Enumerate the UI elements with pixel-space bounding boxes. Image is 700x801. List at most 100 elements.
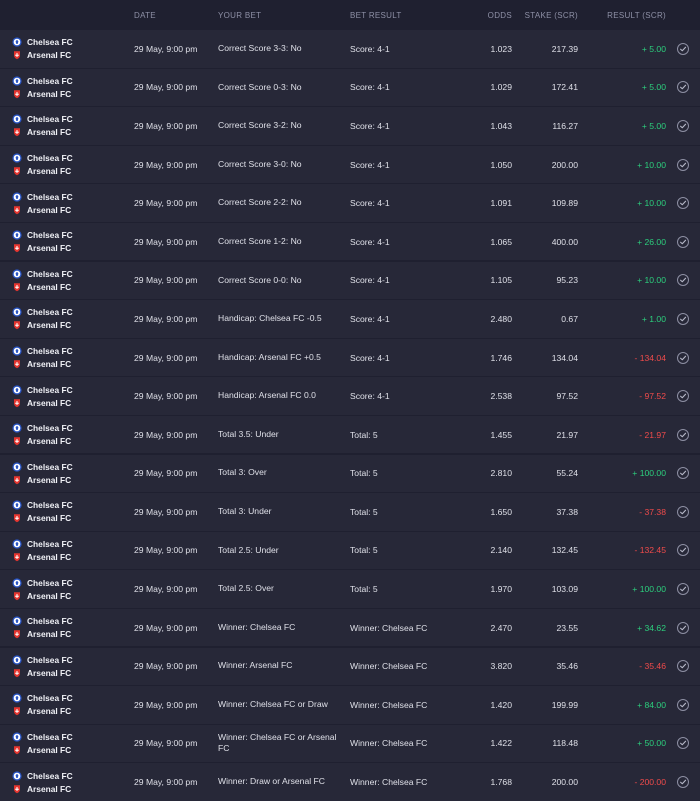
- table-row[interactable]: Chelsea FC Arsenal FC 29 May, 9:00 pm Co…: [0, 261, 700, 300]
- bet-result-amount: + 26.00: [637, 236, 666, 247]
- arsenal-logo-icon: [12, 706, 22, 716]
- home-team-name: Chelsea FC: [27, 538, 73, 549]
- away-team-name: Arsenal FC: [27, 127, 72, 138]
- bet-result-amount: + 84.00: [637, 699, 666, 710]
- table-row[interactable]: Chelsea FC Arsenal FC 29 May, 9:00 pm Wi…: [0, 608, 700, 647]
- match-teams: Chelsea FC Arsenal FC: [0, 693, 126, 716]
- table-row[interactable]: Chelsea FC Arsenal FC 29 May, 9:00 pm Co…: [0, 107, 700, 145]
- home-team-name: Chelsea FC: [27, 37, 73, 48]
- check-circle-icon: [677, 42, 689, 55]
- home-team: Chelsea FC: [12, 385, 126, 395]
- teams-stack: Chelsea FC Arsenal FC: [12, 76, 126, 99]
- check-circle-icon: [677, 505, 689, 518]
- match-teams: Chelsea FC Arsenal FC: [0, 655, 126, 678]
- bet-description: Winner: Draw or Arsenal FC: [218, 776, 325, 787]
- teams-stack: Chelsea FC Arsenal FC: [12, 655, 126, 678]
- table-row[interactable]: Chelsea FC Arsenal FC 29 May, 9:00 pm To…: [0, 570, 700, 608]
- away-team: Arsenal FC: [12, 127, 126, 137]
- table-row[interactable]: Chelsea FC Arsenal FC 29 May, 9:00 pm Co…: [0, 222, 700, 261]
- bet-stake: 400.00: [551, 236, 578, 247]
- away-team: Arsenal FC: [12, 552, 126, 562]
- away-team: Arsenal FC: [12, 513, 126, 523]
- away-team: Arsenal FC: [12, 320, 126, 330]
- away-team: Arsenal FC: [12, 591, 126, 601]
- bet-date: 29 May, 9:00 pm: [134, 777, 198, 788]
- table-row[interactable]: Chelsea FC Arsenal FC 29 May, 9:00 pm Wi…: [0, 686, 700, 724]
- table-row[interactable]: Chelsea FC Arsenal FC 29 May, 9:00 pm To…: [0, 493, 700, 531]
- match-teams: Chelsea FC Arsenal FC: [0, 423, 126, 446]
- bet-result-amount: + 5.00: [641, 120, 666, 131]
- bet-description: Handicap: Arsenal FC +0.5: [218, 351, 321, 362]
- check-circle-icon: [677, 390, 689, 403]
- table-row[interactable]: Chelsea FC Arsenal FC 29 May, 9:00 pm To…: [0, 454, 700, 493]
- result-header: RESULT (SCR): [607, 10, 666, 20]
- match-teams: Chelsea FC Arsenal FC: [0, 578, 126, 601]
- table-row[interactable]: Chelsea FC Arsenal FC 29 May, 9:00 pm Ha…: [0, 377, 700, 415]
- home-team-name: Chelsea FC: [27, 384, 73, 395]
- check-circle-icon: [677, 428, 689, 441]
- check-circle-icon: [677, 158, 689, 171]
- bet-description: Correct Score 3-0: No: [218, 158, 302, 169]
- teams-stack: Chelsea FC Arsenal FC: [12, 462, 126, 485]
- home-team: Chelsea FC: [12, 578, 126, 588]
- bet-result-value: Score: 4-1: [350, 352, 390, 363]
- arsenal-logo-icon: [12, 436, 22, 446]
- teams-stack: Chelsea FC Arsenal FC: [12, 771, 126, 794]
- chelsea-logo-icon: [12, 732, 22, 742]
- away-team-name: Arsenal FC: [27, 474, 72, 485]
- table-row[interactable]: Chelsea FC Arsenal FC 29 May, 9:00 pm Co…: [0, 184, 700, 222]
- bet-odds: 3.820: [490, 661, 512, 672]
- bet-odds: 1.746: [490, 352, 512, 363]
- bet-stake: 134.04: [551, 352, 578, 363]
- match-teams: Chelsea FC Arsenal FC: [0, 230, 126, 253]
- table-row[interactable]: Chelsea FC Arsenal FC 29 May, 9:00 pm Wi…: [0, 647, 700, 685]
- bet-result-value: Score: 4-1: [350, 275, 390, 286]
- home-team-name: Chelsea FC: [27, 346, 73, 356]
- bet-odds: 1.420: [490, 699, 512, 710]
- bet-date: 29 May, 9:00 pm: [134, 275, 198, 286]
- table-row[interactable]: Chelsea FC Arsenal FC 29 May, 9:00 pm Co…: [0, 68, 700, 107]
- table-row[interactable]: Chelsea FC Arsenal FC 29 May, 9:00 pm Ha…: [0, 338, 700, 377]
- bet-odds: 1.091: [490, 198, 512, 209]
- arsenal-logo-icon: [12, 513, 22, 523]
- bet-result-header: BET RESULT: [350, 10, 402, 20]
- away-team: Arsenal FC: [12, 166, 126, 176]
- table-row[interactable]: Chelsea FC Arsenal FC 29 May, 9:00 pm Wi…: [0, 724, 700, 763]
- check-circle-icon: [677, 467, 689, 480]
- bet-result-amount: + 10.00: [637, 159, 666, 170]
- bet-stake: 118.48: [552, 738, 578, 749]
- chelsea-logo-icon: [12, 230, 22, 240]
- away-team-name: Arsenal FC: [27, 359, 72, 369]
- bet-date: 29 May, 9:00 pm: [134, 661, 198, 672]
- row-status-cell: [666, 583, 700, 596]
- table-row[interactable]: Chelsea FC Arsenal FC 29 May, 9:00 pm To…: [0, 415, 700, 454]
- away-team: Arsenal FC: [12, 784, 126, 794]
- arsenal-logo-icon: [12, 359, 22, 369]
- bet-odds: 1.768: [490, 777, 512, 788]
- odds-header: ODDS: [487, 10, 512, 20]
- bet-description: Correct Score 0-3: No: [218, 81, 302, 92]
- table-row[interactable]: Chelsea FC Arsenal FC 29 May, 9:00 pm To…: [0, 531, 700, 570]
- home-team: Chelsea FC: [12, 616, 126, 626]
- home-team-name: Chelsea FC: [27, 577, 73, 588]
- home-team-name: Chelsea FC: [27, 307, 73, 318]
- table-row[interactable]: Chelsea FC Arsenal FC 29 May, 9:00 pm Wi…: [0, 763, 700, 801]
- teams-stack: Chelsea FC Arsenal FC: [12, 114, 126, 137]
- table-row[interactable]: Chelsea FC Arsenal FC 29 May, 9:00 pm Co…: [0, 145, 700, 184]
- away-team: Arsenal FC: [12, 706, 126, 716]
- home-team: Chelsea FC: [12, 346, 126, 356]
- table-row[interactable]: Chelsea FC Arsenal FC 29 May, 9:00 pm Ha…: [0, 300, 700, 338]
- bet-date: 29 May, 9:00 pm: [134, 699, 198, 710]
- away-team: Arsenal FC: [12, 243, 126, 253]
- bet-date: 29 May, 9:00 pm: [134, 622, 198, 633]
- table-row[interactable]: Chelsea FC Arsenal FC 29 May, 9:00 pm Co…: [0, 30, 700, 68]
- away-team-name: Arsenal FC: [27, 204, 72, 215]
- bet-date: 29 May, 9:00 pm: [134, 391, 198, 402]
- teams-stack: Chelsea FC Arsenal FC: [12, 616, 126, 639]
- stake-header: STAKE (SCR): [524, 10, 578, 20]
- date-header: DATE: [134, 10, 156, 20]
- away-team-name: Arsenal FC: [27, 88, 72, 99]
- home-team-name: Chelsea FC: [27, 268, 73, 279]
- home-team-name: Chelsea FC: [27, 770, 73, 781]
- bet-stake: 199.99: [551, 699, 578, 710]
